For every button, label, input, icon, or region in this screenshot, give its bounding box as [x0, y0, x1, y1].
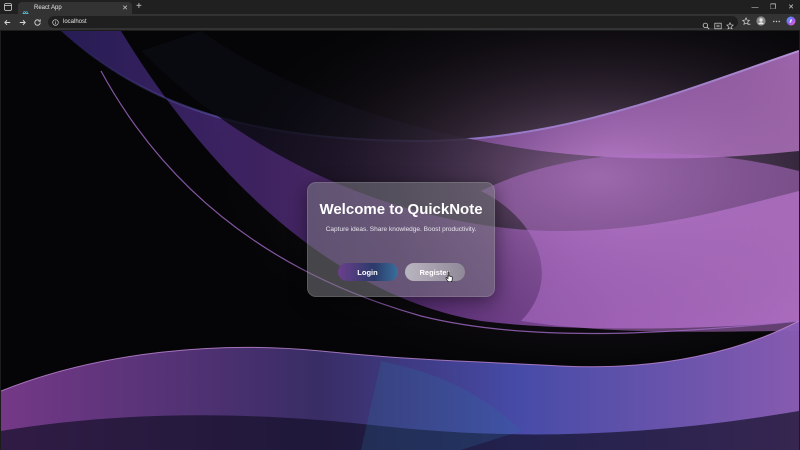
mouse-cursor-icon [445, 269, 454, 287]
browser-tab-bar: React App ✕ + — ❐ ✕ [0, 0, 800, 18]
back-arrow-icon[interactable] [0, 14, 15, 30]
address-bar[interactable]: localhost [48, 13, 738, 31]
browser-toolbar: localhost [0, 14, 800, 30]
window-controls: — ❐ ✕ [746, 0, 800, 14]
tab-title: React App [34, 5, 62, 11]
plus-icon[interactable]: + [136, 2, 142, 12]
browser-tab[interactable]: React App ✕ [18, 2, 132, 18]
close-window-icon[interactable]: ✕ [782, 0, 800, 14]
minimize-icon[interactable]: — [746, 0, 764, 14]
url-text: localhost [63, 19, 87, 25]
reload-icon[interactable] [30, 14, 45, 30]
tab-actions-icon[interactable] [0, 0, 16, 14]
copilot-icon[interactable] [786, 16, 796, 26]
welcome-card: Welcome to QuickNote Capture ideas. Shar… [307, 182, 495, 297]
login-button[interactable]: Login [337, 263, 398, 281]
info-icon[interactable] [52, 13, 59, 31]
more-dots-icon[interactable] [771, 16, 781, 26]
register-button[interactable]: Register [404, 263, 465, 281]
react-favicon-icon [22, 5, 29, 18]
forward-arrow-icon[interactable] [15, 14, 30, 30]
restore-icon[interactable]: ❐ [764, 0, 782, 14]
close-icon[interactable]: ✕ [122, 5, 128, 12]
tagline: Capture ideas. Share knowledge. Boost pr… [325, 226, 477, 233]
profile-avatar-icon[interactable] [756, 16, 766, 26]
page-viewport: Welcome to QuickNote Capture ideas. Shar… [1, 31, 799, 450]
page-title: Welcome to QuickNote [319, 201, 483, 218]
favorites-icon[interactable] [741, 16, 751, 26]
auth-button-row: Login Register [308, 263, 494, 281]
